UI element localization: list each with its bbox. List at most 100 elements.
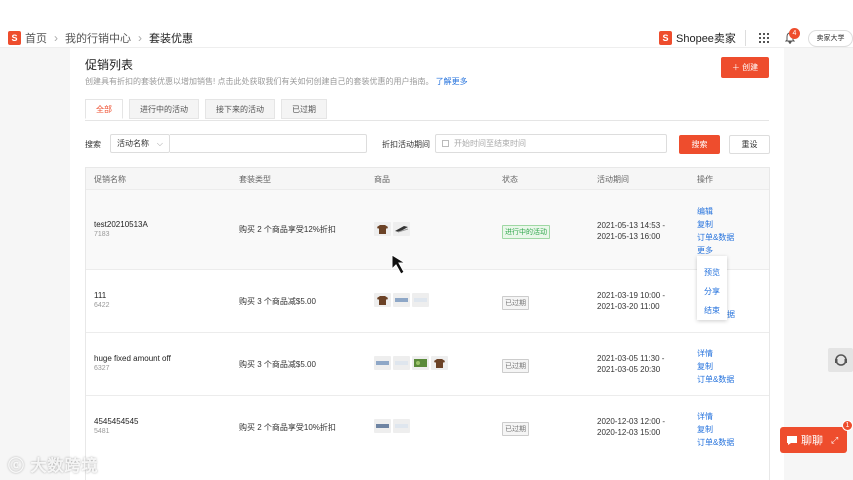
help-button[interactable]: [828, 348, 853, 372]
period-start: 2021-03-05 11:30 -: [597, 354, 665, 363]
row-actions: 详情 复制 订单&数据: [697, 347, 734, 386]
user-menu-button[interactable]: 卖家大学: [808, 30, 853, 47]
copy-link[interactable]: 复制: [697, 218, 734, 231]
shopee-bag-icon[interactable]: S: [8, 31, 21, 45]
date-range-input[interactable]: 开始时间至结束时间: [435, 134, 667, 153]
promotion-id: 7183: [94, 231, 110, 238]
breadcrumb-home[interactable]: 首页: [25, 30, 47, 46]
header-type: 套装类型: [239, 175, 271, 184]
shopee-bag-icon: S: [659, 31, 672, 45]
search-field-select[interactable]: 活动名称 ⌵: [110, 134, 170, 153]
promotion-panel: 促销列表 创建具有折扣的套装优惠以增加销售! 点击此处获取我们有关如何创建自己的…: [70, 48, 784, 480]
tab-ongoing[interactable]: 进行中的活动: [129, 99, 199, 119]
status-badge: 已过期: [502, 296, 529, 310]
header-products: 商品: [374, 175, 390, 184]
promotion-name[interactable]: huge fixed amount off: [94, 354, 171, 363]
date-placeholder: 开始时间至结束时间: [454, 139, 526, 148]
breadcrumb-current: 套装优惠: [149, 33, 193, 45]
period-label: 折扣活动期间: [382, 140, 430, 149]
reset-button[interactable]: 重设: [729, 135, 770, 154]
product-thumbnail: [412, 356, 429, 370]
orders-data-link[interactable]: 订单&数据: [697, 373, 734, 386]
breadcrumb-marketing[interactable]: 我的行销中心: [65, 30, 131, 46]
product-thumbnails: [374, 222, 412, 236]
page-subtitle: 创建具有折扣的套装优惠以增加销售! 点击此处获取我们有关如何创建自己的套装优惠的…: [85, 76, 468, 87]
status-badge: 已过期: [502, 422, 529, 436]
row-actions: 详情 复制 订单&数据: [697, 410, 734, 449]
header-period: 活动期间: [597, 175, 629, 184]
table-header: 促销名称 套装类型 商品 状态 活动期间 操作: [86, 168, 769, 189]
mouse-cursor-icon: [391, 254, 407, 275]
product-thumbnail: [431, 356, 448, 370]
product-thumbnail: [393, 222, 410, 236]
edit-link[interactable]: 编辑: [697, 205, 734, 218]
menu-item-share[interactable]: 分享: [697, 282, 727, 301]
table-row: 111 6422 购买 3 个商品减$5.00 已过期 2021-03-19 1…: [86, 269, 769, 332]
watermark-logo-icon: ⓒ: [8, 458, 31, 475]
copy-link[interactable]: 复制: [697, 423, 734, 436]
orders-data-link[interactable]: 订单&数据: [697, 436, 734, 449]
watermark: ⓒ 大数跨境: [8, 452, 98, 476]
row-actions: 据: [727, 308, 735, 321]
headset-icon: [834, 354, 847, 366]
more-dropdown-menu: 预览 分享 结束: [697, 256, 727, 320]
watermark-text: 大数跨境: [30, 458, 99, 475]
product-thumbnail: [374, 419, 391, 433]
chevron-right-icon: ›: [138, 31, 142, 45]
search-input[interactable]: [170, 134, 367, 153]
product-thumbnails: [374, 356, 450, 370]
menu-item-preview[interactable]: 预览: [697, 263, 727, 282]
chat-button[interactable]: 聊聊 ⤢: [780, 427, 847, 453]
product-thumbnails: [374, 293, 431, 307]
tab-expired[interactable]: 已过期: [281, 99, 327, 119]
chevron-down-icon: ⌵: [156, 139, 163, 148]
brand-logo[interactable]: S Shopee卖家: [659, 30, 736, 46]
promotion-name[interactable]: 111: [94, 291, 110, 300]
tab-divider: [85, 120, 769, 121]
period-end: 2021-05-13 16:00: [597, 232, 661, 241]
period-end: 2020-12-03 15:00: [597, 428, 661, 437]
period-start: 2021-03-19 10:00 -: [597, 291, 666, 300]
promotion-name-cell: test20210513A 7183: [94, 220, 148, 238]
orders-data-link[interactable]: 订单&数据: [697, 231, 734, 244]
subtitle-text: 创建具有折扣的套装优惠以增加销售! 点击此处获取我们有关如何创建自己的套装优惠的…: [85, 77, 434, 86]
product-thumbnail: [393, 356, 410, 370]
promotion-table: 促销名称 套装类型 商品 状态 活动期间 操作 test20210513A 71…: [85, 167, 770, 480]
plus-icon: ＋: [731, 63, 743, 72]
details-link[interactable]: 详情: [697, 347, 734, 360]
expand-icon[interactable]: ⤢: [831, 435, 838, 446]
orders-data-link[interactable]: 据: [727, 308, 735, 321]
create-button[interactable]: ＋ 创建: [721, 57, 769, 78]
period-end: 2021-03-05 20:30: [597, 365, 661, 374]
period-end: 2021-03-20 11:00: [597, 302, 660, 311]
chat-bubble-icon: [787, 435, 797, 445]
apps-grid-icon[interactable]: [759, 33, 769, 43]
promotion-id: 6327: [94, 365, 110, 372]
tab-upcoming[interactable]: 接下来的活动: [205, 99, 275, 119]
period-start: 2020-12-03 12:00 -: [597, 417, 666, 426]
header-name: 促销名称: [94, 175, 126, 184]
status-badge: 已过期: [502, 359, 529, 373]
chat-badge: 1: [842, 420, 853, 431]
details-link[interactable]: 详情: [697, 410, 734, 423]
copy-link[interactable]: 复制: [697, 360, 734, 373]
status-badge: 进行中的活动: [502, 225, 550, 239]
chat-label: 聊聊: [801, 435, 823, 447]
promotion-name[interactable]: 4545454545: [94, 417, 139, 426]
promotion-name[interactable]: test20210513A: [94, 220, 148, 229]
table-row: test20210513A 7183 购买 2 个商品享受12%折扣 进行中的活…: [86, 189, 769, 269]
search-label: 搜索: [85, 140, 101, 149]
menu-item-end[interactable]: 结束: [697, 301, 727, 320]
calendar-icon: [442, 140, 449, 147]
page-title: 促销列表: [85, 58, 134, 72]
search-button[interactable]: 搜索: [679, 135, 720, 154]
brand-name: Shopee卖家: [676, 33, 736, 45]
product-thumbnail: [393, 293, 410, 307]
bundle-type: 购买 3 个商品减$5.00: [239, 360, 316, 369]
promotion-name-cell: 111 6422: [94, 291, 110, 309]
promotion-name-cell: huge fixed amount off 6327: [94, 354, 171, 372]
status-tabs: 全部 进行中的活动 接下来的活动 已过期: [85, 99, 333, 119]
tab-all[interactable]: 全部: [85, 99, 123, 119]
table-row: huge fixed amount off 6327 购买 3 个商品减$5.0…: [86, 332, 769, 395]
learn-more-link[interactable]: 了解更多: [436, 77, 468, 86]
